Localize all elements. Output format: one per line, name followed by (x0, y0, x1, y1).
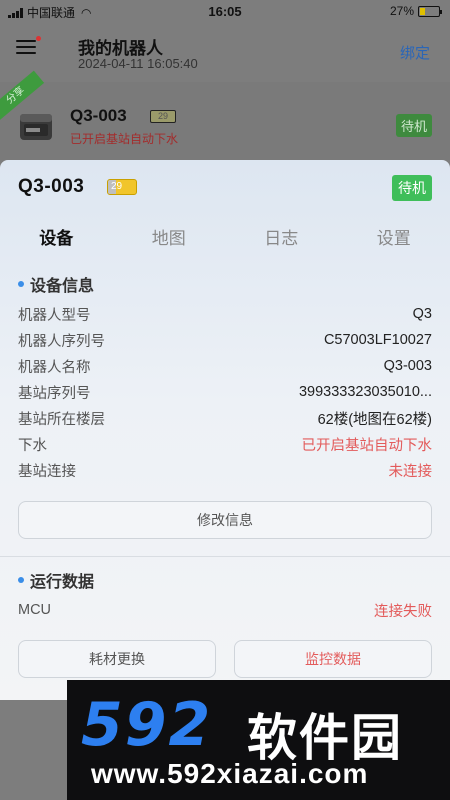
info-row-mcu: MCU 连接失败 (18, 597, 432, 623)
info-value: 399333323035010... (298, 384, 432, 400)
robot-thumbnail-icon (20, 114, 52, 140)
info-row-name: 机器人名称 Q3-003 (18, 353, 432, 379)
info-label: 机器人型号 (18, 307, 91, 324)
tab-map[interactable]: 地图 (113, 222, 226, 256)
section-dot-icon (18, 577, 24, 583)
robot-name: Q3-003 (18, 176, 85, 197)
edit-info-button[interactable]: 修改信息 (18, 501, 432, 539)
clock: 16:05 (208, 4, 242, 19)
watermark-url: www.592xiazai.com (91, 758, 369, 789)
info-row-station-floor: 基站所在楼层 62楼(地图在62楼) (18, 405, 432, 431)
info-value: 连接失败 (374, 603, 432, 620)
tab-bar: 设备 地图 日志 设置 (0, 222, 450, 256)
info-label: MCU (18, 602, 52, 618)
watermark-banner: 592 软件园 www.592xiazai.com (67, 680, 450, 800)
bind-button[interactable]: 绑定 (400, 42, 430, 63)
robot-detail-sheet: Q3-003 29 待机 设备 地图 日志 设置 设备信息 机器人型号 Q3 机… (0, 160, 450, 700)
info-value: Q3-003 (383, 358, 432, 374)
info-label: 下水 (18, 437, 47, 454)
header-datetime: 2024-04-11 16:05:40 (78, 56, 198, 71)
section-title: 设备信息 (30, 278, 95, 295)
info-value: Q3 (412, 306, 432, 322)
robot-item-badge: 待机 (395, 114, 432, 137)
battery-indicator: 29 (107, 179, 137, 195)
consumables-button[interactable]: 耗材更换 (18, 640, 216, 678)
robot-list-item[interactable]: 分享 Q3-003 29 已开启基站自动下水 待机 (0, 70, 450, 160)
tab-settings[interactable]: 设置 (338, 222, 450, 256)
robot-item-battery: 29 (150, 110, 176, 123)
section-divider (0, 556, 450, 557)
tab-device[interactable]: 设备 (0, 222, 113, 256)
info-label: 基站连接 (18, 463, 76, 480)
info-value: 未连接 (388, 463, 433, 480)
section-title: 运行数据 (30, 574, 95, 591)
battery-area: 27% (389, 4, 442, 18)
menu-icon[interactable] (16, 40, 36, 56)
monitor-data-button[interactable]: 监控数据 (234, 640, 432, 678)
section-device-info: 设备信息 (18, 272, 94, 296)
info-row-station-serial: 基站序列号 399333323035010... (18, 379, 432, 405)
app-header: 我的机器人 2024-04-11 16:05:40 绑定 (0, 22, 450, 82)
battery-icon (418, 5, 442, 17)
robot-item-name: Q3-003 (70, 106, 127, 125)
watermark-logo: 592 (81, 690, 213, 760)
info-value: 已开启基站自动下水 (301, 437, 433, 454)
info-label: 基站序列号 (18, 385, 91, 402)
notification-dot (36, 36, 41, 41)
status-bar: 中国联通 ◠ 16:05 27% (0, 0, 450, 22)
info-value: 62楼(地图在62楼) (317, 411, 432, 428)
battery-percent: 27% (389, 4, 414, 18)
info-value: C57003LF10027 (323, 332, 432, 348)
section-runtime-data: 运行数据 (18, 568, 94, 592)
status-badge: 待机 (392, 175, 432, 201)
section-dot-icon (18, 281, 24, 287)
info-label: 基站所在楼层 (18, 411, 105, 428)
info-row-drain: 下水 已开启基站自动下水 (18, 431, 432, 457)
info-label: 机器人序列号 (18, 333, 105, 350)
info-row-serial: 机器人序列号 C57003LF10027 (18, 327, 432, 353)
tab-log[interactable]: 日志 (225, 222, 338, 256)
info-label: 机器人名称 (18, 359, 91, 376)
robot-item-status: 已开启基站自动下水 (70, 132, 179, 146)
info-row-station-connection: 基站连接 未连接 (18, 457, 432, 483)
info-row-model: 机器人型号 Q3 (18, 301, 432, 327)
